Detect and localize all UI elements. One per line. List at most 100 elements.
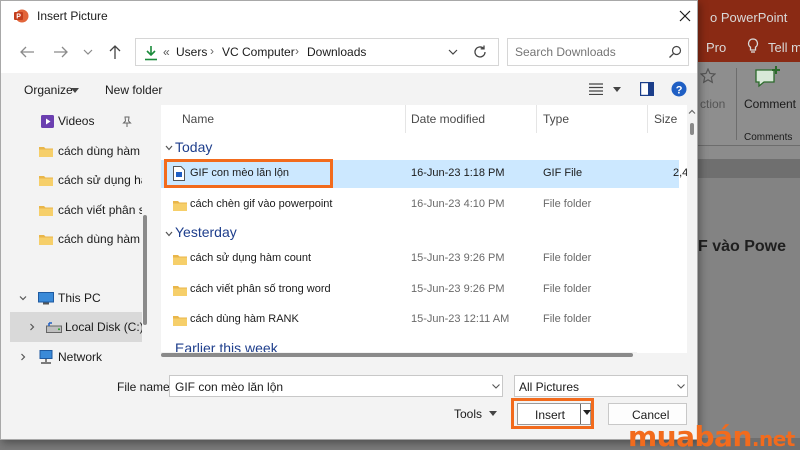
group-header-yesterday[interactable]: Yesterday [175,224,237,240]
folder-icon [173,255,187,265]
column-header-size[interactable]: Size [654,112,677,126]
powerpoint-slide [690,178,800,438]
chevron-down-icon [83,49,93,55]
highlight-selected-file [164,159,333,188]
powerpoint-tab-tell-me[interactable]: Tell m [768,40,800,55]
folder-icon [39,206,53,216]
close-button[interactable] [673,4,697,28]
downloads-icon [145,46,157,61]
address-overflow[interactable]: « [163,45,170,59]
file-list: Name Date modified Type Size Today GIF c… [161,105,689,353]
chevron-down-icon[interactable] [19,294,27,302]
arrow-left-icon [20,46,34,58]
caret-down-icon[interactable] [71,88,79,93]
drive-icon [46,322,62,333]
column-divider[interactable] [647,105,648,133]
watermark-brand: muabán [628,420,752,450]
organize-button[interactable]: Organize [24,83,73,97]
up-button[interactable] [105,42,125,62]
file-type: File folder [543,283,592,295]
chevron-down-icon[interactable] [165,231,173,237]
folder-icon [173,286,187,296]
tools-button[interactable]: Tools [454,407,482,421]
file-type: File folder [543,252,592,264]
nav-item-network[interactable]: Network [10,342,145,371]
file-list-horizontal-scrollbar-thumb[interactable] [161,353,633,357]
column-divider[interactable] [536,105,537,133]
group-header-today[interactable]: Today [175,139,212,155]
file-list-scrollbar-thumb[interactable] [690,123,694,135]
pin-icon [122,116,132,127]
file-list-vertical-scrollbar[interactable] [687,105,697,353]
nav-item-folder[interactable]: cách sử dụng hà [10,165,147,195]
navigation-row: « Users › VC Computer › Downloads [1,31,697,73]
nav-item-label: This PC [58,291,101,305]
powerpoint-ruler [690,146,800,160]
preview-pane-icon[interactable] [640,82,654,96]
chevron-down-icon[interactable] [677,384,685,389]
column-divider[interactable] [405,105,406,133]
forward-button[interactable] [51,42,71,62]
navigation-scrollbar-thumb[interactable] [143,215,147,325]
folder-icon [173,316,187,326]
comment-button-label[interactable]: Comment [744,97,796,111]
chevron-down-icon[interactable] [492,384,500,389]
column-header-date-modified[interactable]: Date modified [411,112,485,126]
nav-item-local-disk[interactable]: Local Disk (C:) [10,312,145,342]
breadcrumb-separator[interactable]: › [295,44,299,58]
nav-item-folder[interactable]: cách dùng hàm [10,136,145,166]
refresh-icon[interactable] [472,44,488,60]
dialog-titlebar: P Insert Picture [1,1,697,31]
ribbon-separator [736,68,737,140]
folder-icon [39,235,53,245]
column-header-name[interactable]: Name [182,112,214,126]
chevron-down-icon[interactable] [165,145,173,151]
nav-item-this-pc[interactable]: This PC [10,283,145,313]
network-icon [39,350,53,364]
address-bar[interactable]: « Users › VC Computer › Downloads [135,38,499,66]
folder-icon [173,201,187,211]
chevron-right-icon[interactable] [19,353,27,361]
folder-icon [39,176,53,186]
file-type: GIF File [543,167,583,179]
scroll-up-icon[interactable] [687,107,697,117]
toolbar: Organize New folder ? [1,73,697,105]
file-type-select[interactable]: All Pictures [514,375,688,397]
new-folder-button[interactable]: New folder [105,83,162,97]
caret-down-icon[interactable] [489,411,497,416]
nav-item-videos[interactable]: Videos [10,106,145,136]
file-size: 2,4 [673,167,689,179]
breadcrumb-separator[interactable]: › [210,44,214,58]
breadcrumb-vc-computer[interactable]: VC Computer [222,45,295,59]
arrow-up-icon [109,45,121,59]
file-name: cách dùng hàm RANK [190,313,299,325]
new-comment-icon[interactable] [754,64,782,90]
back-button[interactable] [17,42,37,62]
file-row[interactable]: cách chèn gif vào powerpoint 16-Jun-23 4… [161,191,679,219]
nav-item-folder[interactable]: cách dùng hàm [10,224,145,254]
chevron-right-icon[interactable] [28,323,36,331]
powerpoint-tab-pro[interactable]: Pro [706,40,726,55]
recent-locations-button[interactable] [81,42,95,62]
help-icon[interactable]: ? [671,81,687,97]
powerpoint-action-label: ction [700,97,726,111]
search-icon [669,45,682,58]
file-type-value[interactable]: All Pictures [519,380,579,394]
search-box[interactable] [507,38,689,66]
nav-item-folder[interactable]: cách viết phân s [10,195,145,225]
file-row[interactable]: cách sử dụng hàm count 15-Jun-23 9:26 PM… [161,245,679,273]
column-header-type[interactable]: Type [543,112,569,126]
chevron-down-icon[interactable] [446,44,460,60]
breadcrumb-downloads[interactable]: Downloads [307,45,366,59]
caret-down-icon[interactable] [613,87,621,92]
view-options-icon[interactable] [589,83,603,95]
file-name-field[interactable]: GIF con mèo lăn lộn [169,375,503,397]
file-row[interactable]: cách viết phân số trong word 15-Jun-23 9… [161,276,679,304]
file-name-label: File name: [117,380,174,394]
search-input[interactable] [515,45,655,59]
file-name-value[interactable]: GIF con mèo lăn lộn [175,380,283,394]
nav-item-label: cách viết phân s [58,203,145,217]
breadcrumb-users[interactable]: Users [176,45,207,59]
file-row[interactable]: cách dùng hàm RANK 15-Jun-23 12:11 AM Fi… [161,306,679,334]
slide-heading-text: F vào Powe [698,238,787,255]
